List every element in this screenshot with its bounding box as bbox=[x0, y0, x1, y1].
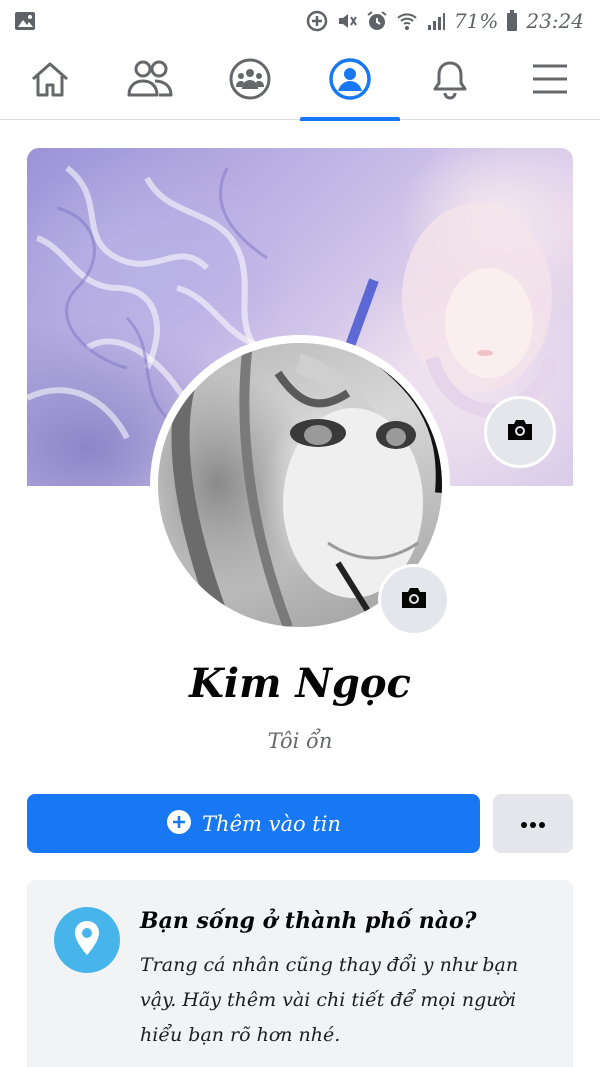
profile-name: Kim Ngọc bbox=[189, 660, 411, 707]
avatar-camera-button[interactable] bbox=[378, 564, 450, 636]
plus-circle-icon bbox=[166, 809, 192, 839]
city-prompt-text: Trang cá nhân cũng thay đổi y như bạn vậ… bbox=[140, 954, 519, 1046]
city-prompt-title: Bạn sống ở thành phố nào? bbox=[140, 908, 477, 934]
profile-icon bbox=[328, 57, 372, 105]
top-nav bbox=[0, 42, 600, 121]
nav-friends[interactable] bbox=[100, 42, 200, 120]
more-dots-icon bbox=[520, 814, 546, 833]
status-bar: 71% 23:24 bbox=[0, 0, 600, 42]
camera-icon bbox=[506, 418, 534, 446]
nav-notifications[interactable] bbox=[400, 42, 500, 120]
profile-bio[interactable]: Tôi ổn bbox=[0, 729, 600, 753]
cover-camera-button[interactable] bbox=[484, 396, 556, 468]
nav-profile[interactable] bbox=[300, 42, 400, 121]
more-options-button[interactable] bbox=[493, 794, 573, 853]
menu-icon bbox=[528, 57, 572, 105]
battery-icon bbox=[506, 10, 518, 32]
location-pin-icon bbox=[73, 920, 101, 960]
add-to-story-label: Thêm vào tin bbox=[202, 811, 341, 836]
camera-icon bbox=[400, 586, 428, 614]
notifications-icon bbox=[428, 57, 472, 105]
battery-percent: 71% bbox=[453, 9, 499, 33]
home-icon bbox=[28, 57, 72, 105]
location-badge bbox=[54, 907, 120, 973]
image-icon bbox=[14, 11, 36, 31]
groups-icon bbox=[228, 57, 272, 105]
mute-icon bbox=[336, 10, 358, 32]
add-to-story-button[interactable]: Thêm vào tin bbox=[27, 794, 480, 853]
wifi-icon bbox=[396, 10, 418, 32]
city-prompt-card[interactable]: Bạn sống ở thành phố nào? Trang cá nhân … bbox=[27, 880, 573, 1067]
nav-menu[interactable] bbox=[500, 42, 600, 120]
data-saver-icon bbox=[306, 10, 328, 32]
alarm-icon bbox=[366, 10, 388, 32]
friends-icon bbox=[126, 57, 174, 105]
signal-icon bbox=[426, 11, 446, 31]
nav-home[interactable] bbox=[0, 42, 100, 120]
nav-groups[interactable] bbox=[200, 42, 300, 120]
clock: 23:24 bbox=[526, 9, 584, 33]
